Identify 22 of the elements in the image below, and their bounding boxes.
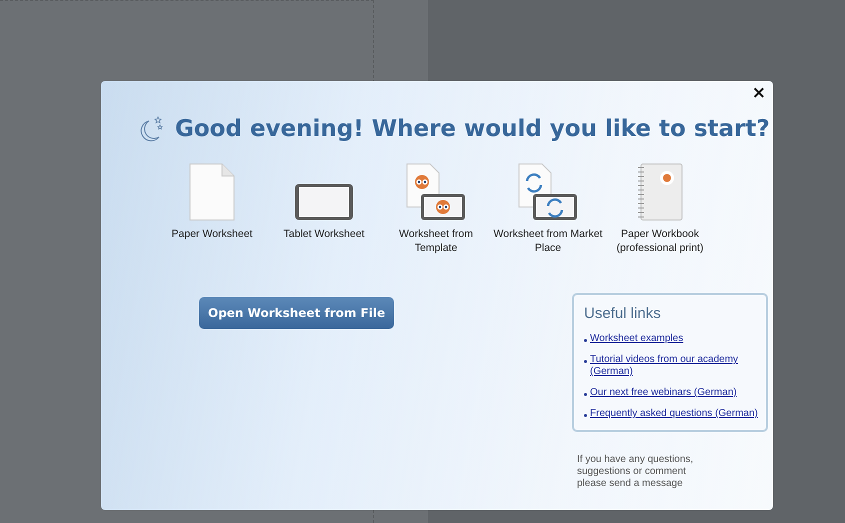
option-label[interactable]: Worksheet from Market Place — [492, 227, 604, 255]
option-label[interactable]: Paper Worksheet — [172, 227, 252, 241]
bullet-icon — [584, 360, 587, 363]
close-button[interactable]: × — [748, 83, 769, 103]
bullet-icon — [584, 339, 587, 342]
help-link[interactable]: Worksheet examples — [590, 333, 684, 345]
notebook-icon[interactable] — [637, 163, 683, 221]
panel-title: Useful links — [584, 305, 662, 322]
sync-worksheet-icon[interactable] — [518, 163, 578, 221]
bullet-icon — [584, 414, 587, 417]
feedback-note: If you have any questions, suggestions or comment please send a message — [577, 454, 694, 490]
owl-worksheet-icon[interactable] — [406, 163, 466, 221]
bullet-icon — [584, 393, 587, 396]
tablet-icon[interactable] — [294, 183, 354, 221]
greeting-heading: Good evening! Where would you like to start? — [175, 116, 770, 142]
option-label[interactable]: Worksheet from Template — [380, 227, 492, 255]
help-link[interactable]: Tutorial videos from our academy (German) — [590, 354, 758, 378]
option-label[interactable]: Paper Workbook (professional print) — [604, 227, 716, 255]
help-link[interactable]: Frequently asked questions (German) — [590, 408, 758, 420]
option-label[interactable]: Tablet Worksheet — [284, 227, 364, 241]
help-link[interactable]: Our next free webinars (German) — [590, 387, 737, 399]
open-file-button[interactable]: Open Worksheet from File — [199, 297, 394, 329]
